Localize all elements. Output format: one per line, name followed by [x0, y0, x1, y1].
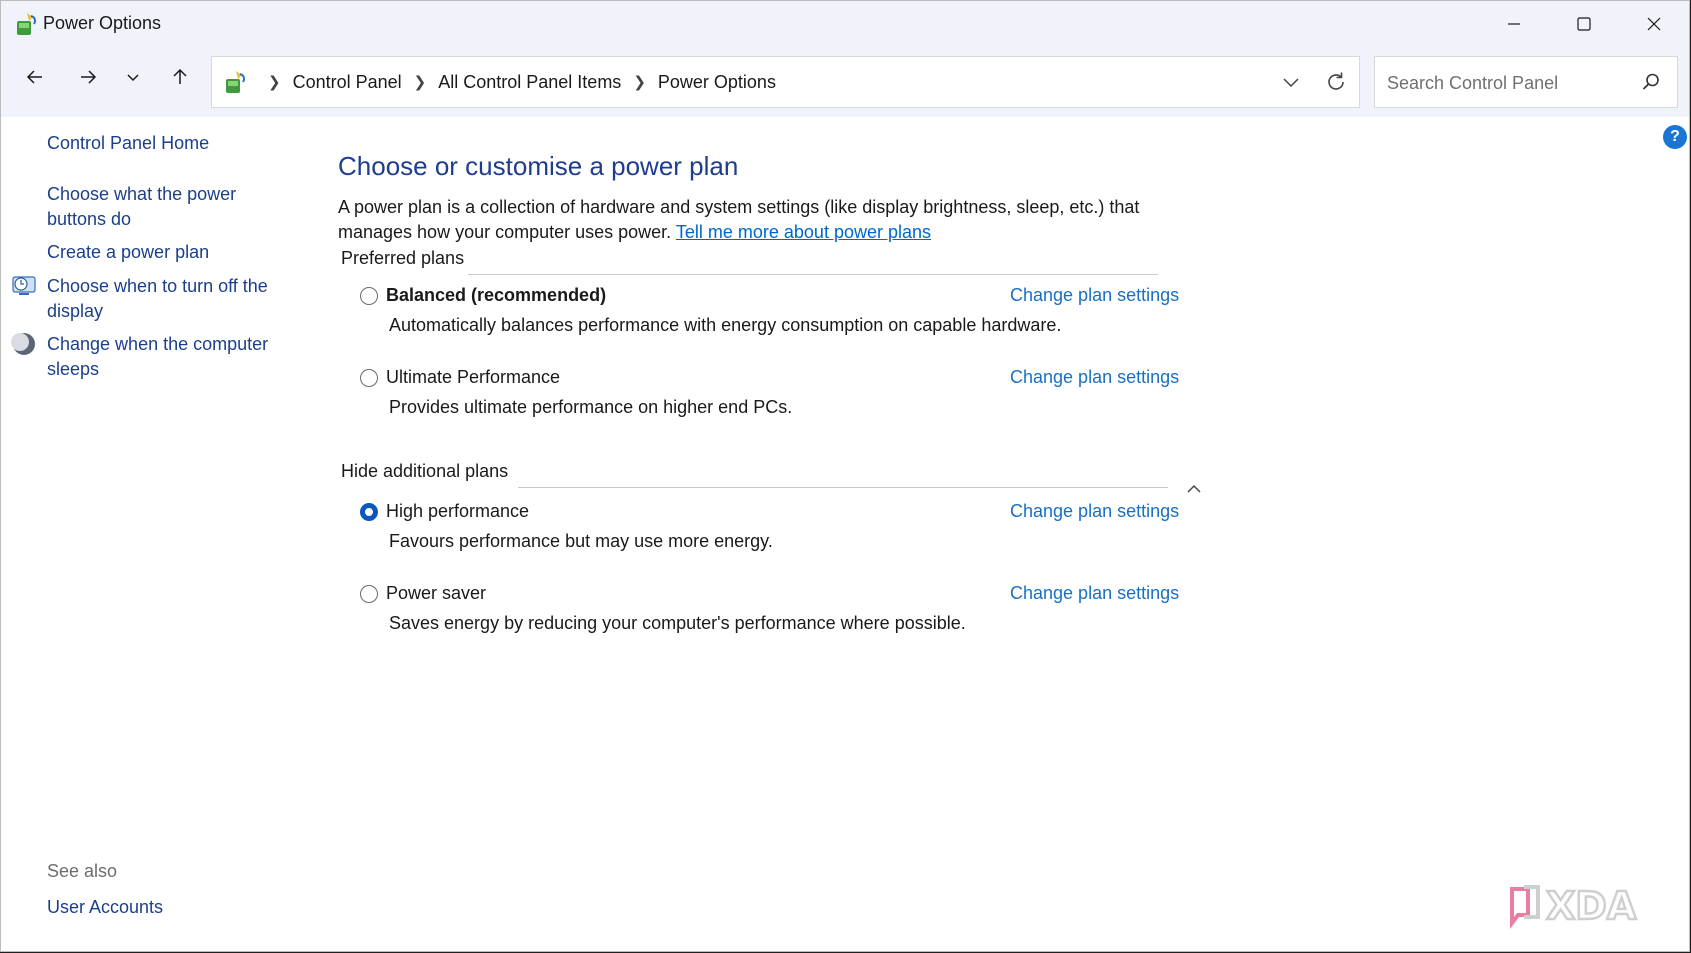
navigation-bar: ❯ Control Panel ❯ All Control Panel Item…	[1, 47, 1689, 117]
control-panel-home-link[interactable]: Control Panel Home	[47, 131, 287, 156]
moon-icon	[11, 333, 35, 355]
power-options-window: Power Options ❯ Control Panel ❯ All Cont…	[0, 0, 1690, 952]
plan-high-performance-description: Favours performance but may use more ene…	[389, 531, 773, 551]
help-icon[interactable]: ?	[1663, 125, 1687, 149]
window-title: Power Options	[43, 13, 162, 33]
xda-watermark-text: XDA	[1546, 884, 1637, 928]
chevron-up-icon[interactable]	[1184, 479, 1204, 499]
close-button[interactable]	[1619, 1, 1689, 47]
forward-button[interactable]	[68, 57, 108, 97]
plan-power-saver-name[interactable]: Power saver	[386, 583, 486, 604]
back-button[interactable]	[15, 57, 55, 97]
up-button[interactable]	[160, 57, 200, 97]
display-off-link[interactable]: Choose when to turn off the display	[47, 274, 287, 324]
address-bar[interactable]: ❯ Control Panel ❯ All Control Panel Item…	[211, 56, 1360, 108]
plan-high-performance-radio[interactable]	[360, 503, 378, 521]
close-icon	[1647, 17, 1661, 31]
plan-balanced-description: Automatically balances performance with …	[389, 315, 1062, 335]
breadcrumb-all-items[interactable]: All Control Panel Items	[438, 72, 621, 93]
minimize-icon	[1508, 23, 1520, 25]
plan-balanced: Balanced (recommended) Automatically bal…	[360, 285, 1180, 345]
xda-watermark-logo: XDA	[1510, 883, 1638, 929]
search-input[interactable]	[1385, 69, 1629, 97]
user-accounts-link[interactable]: User Accounts	[47, 895, 287, 920]
plan-power-saver-radio[interactable]	[360, 585, 378, 603]
search-box[interactable]	[1374, 56, 1678, 108]
plan-high-performance: High performance Favours performance but…	[360, 501, 1180, 561]
plan-balanced-name[interactable]: Balanced (recommended)	[386, 285, 606, 306]
hide-additional-plans-label[interactable]: Hide additional plans	[341, 461, 519, 482]
preferred-plans-divider	[468, 274, 1158, 275]
breadcrumb-power-options[interactable]: Power Options	[658, 72, 776, 93]
plan-balanced-change-settings-link[interactable]: Change plan settings	[1010, 285, 1179, 306]
maximize-button[interactable]	[1549, 1, 1619, 47]
additional-plans-divider	[518, 487, 1168, 488]
power-options-location-icon	[226, 71, 245, 93]
plan-ultimate-performance-name[interactable]: Ultimate Performance	[386, 367, 560, 388]
power-buttons-link[interactable]: Choose what the power buttons do	[47, 182, 287, 232]
computer-sleep-link[interactable]: Change when the computer sleeps	[47, 332, 287, 382]
minimize-button[interactable]	[1479, 1, 1549, 47]
refresh-icon[interactable]	[1323, 69, 1349, 95]
create-power-plan-link[interactable]: Create a power plan	[47, 240, 287, 265]
plan-ultimate-performance-change-settings-link[interactable]: Change plan settings	[1010, 367, 1179, 388]
address-history-chevron-icon[interactable]	[1279, 70, 1303, 94]
power-plans-help-link[interactable]: Tell me more about power plans	[676, 222, 931, 242]
breadcrumb: ❯ Control Panel ❯ All Control Panel Item…	[256, 57, 776, 107]
arrow-right-icon	[81, 70, 97, 84]
plan-ultimate-performance: Ultimate Performance Provides ultimate p…	[360, 367, 1180, 427]
breadcrumb-separator-icon[interactable]: ❯	[414, 73, 427, 91]
arrow-left-icon	[26, 70, 42, 84]
chevron-down-icon	[127, 74, 139, 82]
see-also-heading: See also	[47, 861, 118, 881]
recent-locations-button[interactable]	[113, 57, 153, 97]
plan-balanced-radio[interactable]	[360, 287, 378, 305]
title-bar: Power Options	[1, 1, 1689, 47]
plan-power-saver: Power saver Saves energy by reducing you…	[360, 583, 1180, 643]
breadcrumb-control-panel[interactable]: Control Panel	[293, 72, 402, 93]
page-title: Choose or customise a power plan	[338, 151, 739, 181]
arrow-up-icon	[173, 68, 187, 84]
maximize-icon	[1577, 17, 1591, 31]
page-description: A power plan is a collection of hardware…	[338, 195, 1218, 245]
power-options-app-icon	[17, 13, 36, 35]
display-clock-icon	[12, 276, 36, 295]
plan-high-performance-change-settings-link[interactable]: Change plan settings	[1010, 501, 1179, 522]
plan-power-saver-change-settings-link[interactable]: Change plan settings	[1010, 583, 1179, 604]
plan-power-saver-description: Saves energy by reducing your computer's…	[389, 613, 966, 633]
plan-ultimate-performance-radio[interactable]	[360, 369, 378, 387]
plan-ultimate-performance-description: Provides ultimate performance on higher …	[389, 397, 793, 417]
breadcrumb-separator-icon[interactable]: ❯	[633, 73, 646, 91]
left-pane: Control Panel Home Choose what the power…	[1, 117, 321, 951]
preferred-plans-label: Preferred plans	[341, 248, 475, 269]
breadcrumb-separator-icon[interactable]: ❯	[268, 73, 281, 91]
search-icon[interactable]	[1641, 72, 1661, 92]
plan-high-performance-name[interactable]: High performance	[386, 501, 529, 522]
